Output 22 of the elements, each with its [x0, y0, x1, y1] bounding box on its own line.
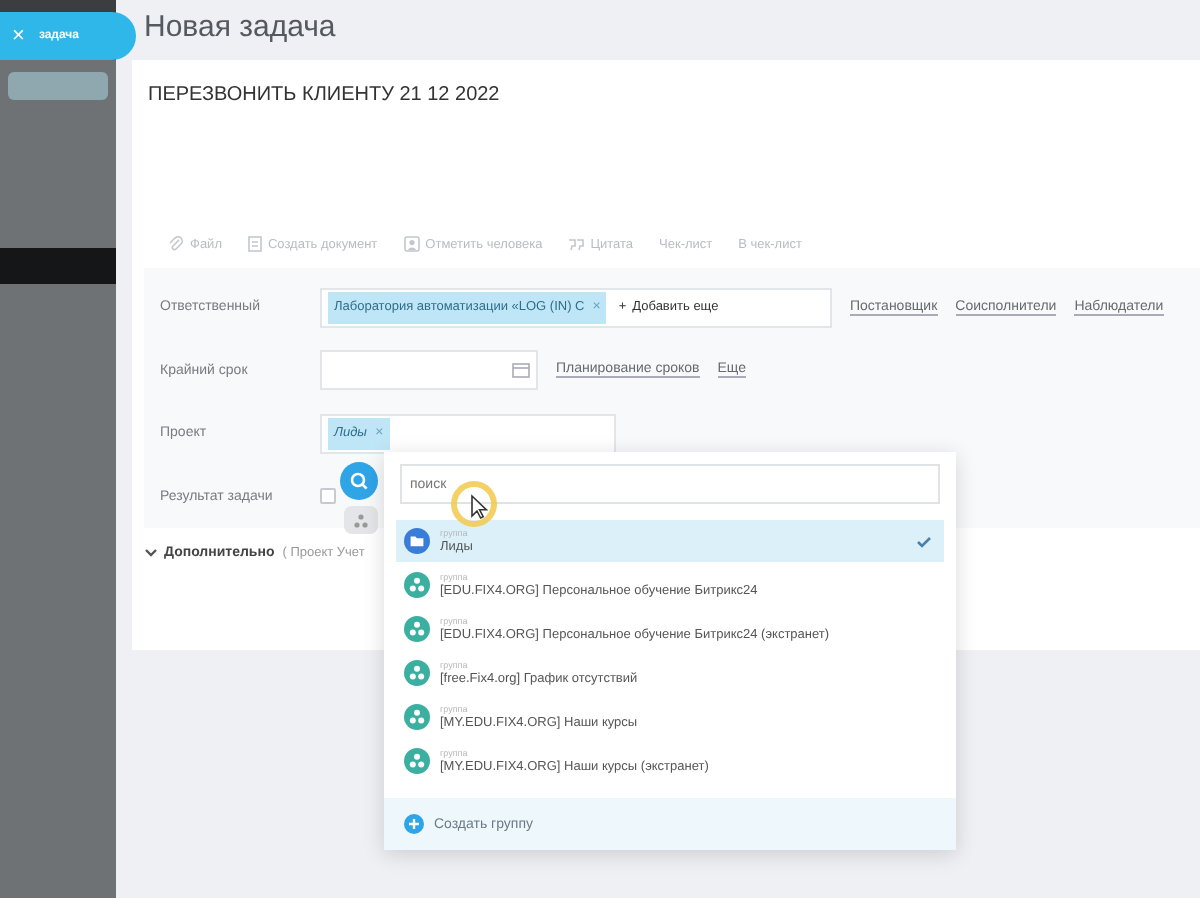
- chevron-icon[interactable]: [144, 548, 158, 558]
- task-title-field[interactable]: ПЕРЕЗВОНИТЬ КЛИЕНТУ 21 12 2022: [132, 60, 1200, 220]
- calendar-icon[interactable]: [512, 362, 530, 379]
- document-icon: [247, 236, 262, 252]
- checkbox[interactable]: [320, 488, 336, 505]
- date-field[interactable]: [320, 350, 538, 391]
- group-icon: [404, 660, 430, 686]
- group-icon[interactable]: [352, 511, 370, 529]
- group-icon: [404, 704, 430, 730]
- folder-icon: [404, 528, 430, 554]
- check-icon: [916, 535, 932, 547]
- group-icon: [404, 572, 430, 598]
- group-button[interactable]: [344, 506, 378, 534]
- paperclip-icon: [168, 236, 184, 252]
- person-icon: [403, 236, 420, 252]
- quote-icon: [568, 237, 585, 251]
- search-icon[interactable]: [350, 472, 368, 490]
- cursor-icon: [450, 480, 498, 528]
- plus-icon: [404, 814, 424, 834]
- group-icon: [404, 616, 430, 642]
- group-icon: [404, 748, 430, 774]
- panel-title: Новая задача: [144, 12, 338, 48]
